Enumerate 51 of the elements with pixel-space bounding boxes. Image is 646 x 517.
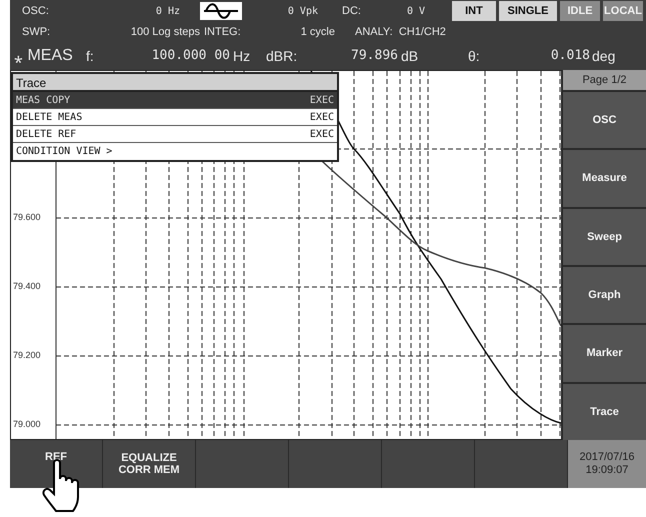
y-axis-label: 79.200 bbox=[13, 351, 41, 360]
softkey-button[interactable]: OSC bbox=[563, 92, 646, 148]
menu-item-label: MEAS COPY bbox=[16, 94, 70, 108]
setting-value: 0 Vpk bbox=[286, 4, 319, 18]
setting-text: SWP: bbox=[21, 24, 52, 40]
reading-label: dBR: bbox=[265, 46, 298, 66]
softkey-button[interactable]: Trace bbox=[563, 384, 646, 440]
sine-wave-icon bbox=[200, 2, 242, 20]
status-button[interactable]: SINGLE bbox=[499, 1, 557, 21]
setting-label: DC: bbox=[341, 4, 362, 19]
time-text: 19:09:07 bbox=[586, 464, 628, 477]
menu-item-action: EXEC bbox=[310, 110, 334, 124]
function-button[interactable]: REF bbox=[10, 440, 102, 488]
y-axis-label: 79.000 bbox=[13, 420, 41, 429]
blank-button[interactable] bbox=[289, 440, 381, 488]
function-button[interactable]: EQUALIZE CORR MEM bbox=[103, 440, 195, 488]
unit-label: Hz bbox=[232, 46, 252, 66]
setting-text: 1 cycle bbox=[300, 24, 335, 40]
setting-value: 0 V bbox=[406, 4, 426, 18]
menu-item-action: EXEC bbox=[310, 94, 334, 108]
softkey-button[interactable]: Sweep bbox=[563, 208, 646, 265]
mode-label: ⁎ MEAS bbox=[13, 46, 72, 66]
blank-button[interactable] bbox=[196, 440, 288, 488]
reading-value: 0.018 bbox=[550, 47, 590, 66]
menu-title: Trace bbox=[13, 74, 337, 92]
softkey-button[interactable]: Measure bbox=[563, 150, 646, 207]
reading-value: 100.000 00 bbox=[150, 47, 230, 66]
menu-item-label: DELETE REF bbox=[16, 128, 76, 142]
unit-label: dB bbox=[400, 46, 420, 66]
setting-text: 100 Log steps bbox=[130, 24, 200, 40]
blank-button[interactable] bbox=[382, 440, 474, 488]
y-axis-label: 79.400 bbox=[13, 282, 41, 291]
menu-item-action: EXEC bbox=[310, 128, 334, 142]
reading-value: 79.896 bbox=[350, 47, 398, 66]
menu-item[interactable]: MEAS COPY EXEC bbox=[13, 92, 337, 109]
menu-item-label: DELETE MEAS bbox=[16, 110, 82, 124]
softkey-button[interactable]: Marker bbox=[563, 325, 646, 382]
setting-text: ANALY: CH1/CH2 bbox=[354, 24, 447, 40]
softkey-button[interactable]: Graph bbox=[563, 266, 646, 324]
status-button[interactable]: INT bbox=[452, 1, 496, 21]
setting-value: 0 Hz bbox=[154, 4, 181, 18]
reading-label: f: bbox=[85, 46, 95, 66]
menu-item-label: CONDITION VIEW > bbox=[16, 145, 112, 159]
setting-label: OSC: bbox=[21, 4, 50, 19]
date-text: 2017/07/16 bbox=[579, 451, 635, 464]
page-indicator: Page 1/2 bbox=[563, 70, 646, 90]
setting-text: INTEG: bbox=[203, 24, 242, 40]
unit-label: deg bbox=[591, 46, 616, 66]
reading-label: θ: bbox=[468, 46, 481, 66]
y-axis-label: 79.600 bbox=[13, 213, 41, 222]
blank-button[interactable] bbox=[475, 440, 567, 488]
